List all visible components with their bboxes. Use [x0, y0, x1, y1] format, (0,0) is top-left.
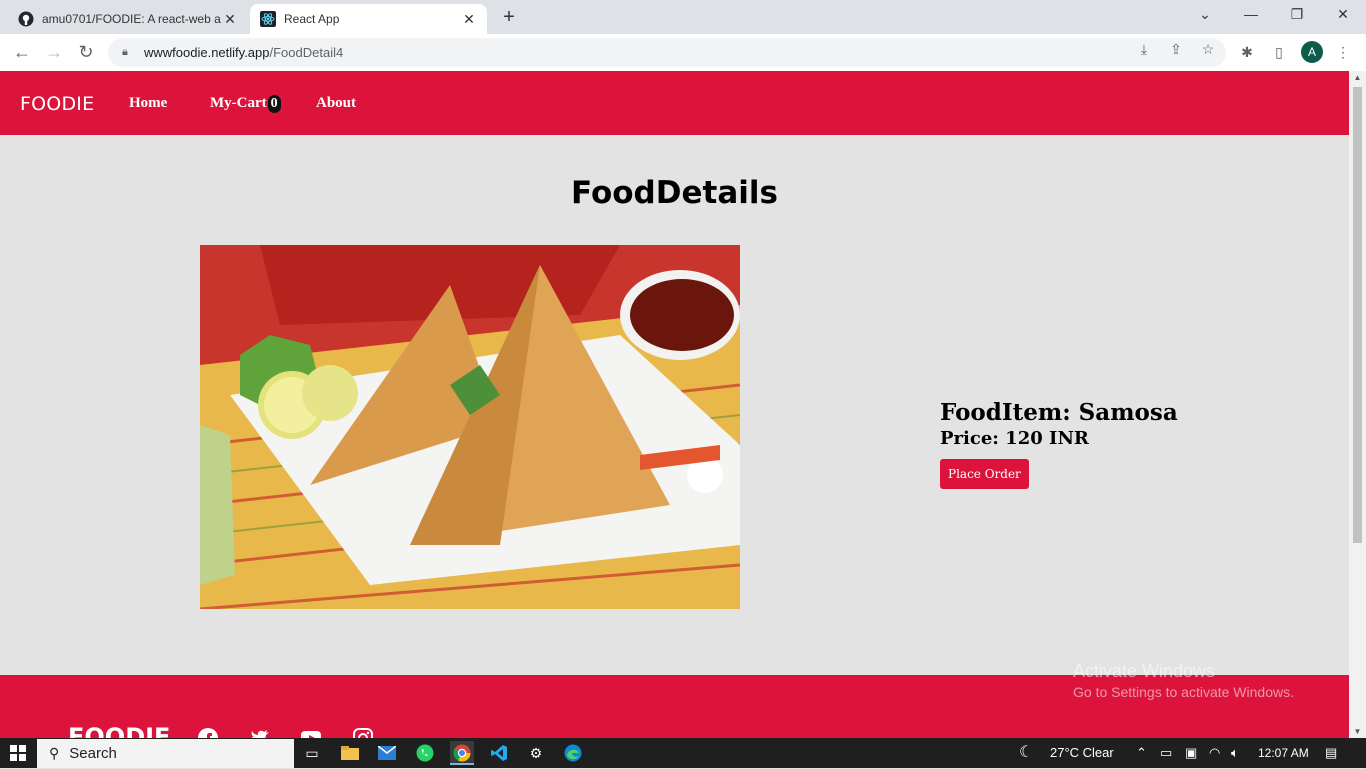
weather-moon-icon: ☾: [1019, 744, 1034, 761]
profile-avatar[interactable]: A: [1301, 41, 1323, 63]
side-panel-icon[interactable]: ▯: [1269, 42, 1289, 62]
scrollbar-thumb[interactable]: [1353, 87, 1362, 543]
notifications-icon[interactable]: ▤: [1325, 745, 1337, 761]
task-view-icon[interactable]: ▭: [300, 741, 324, 765]
address-bar[interactable]: 🔒︎ wwwfoodie.netlify.app/FoodDetail4: [108, 38, 1226, 67]
youtube-icon[interactable]: [300, 727, 322, 738]
lock-icon: 🔒︎: [122, 46, 128, 58]
footer-brand: FOODIE: [68, 723, 171, 738]
react-icon: [260, 11, 276, 27]
meet-now-icon[interactable]: ▣: [1185, 745, 1197, 761]
taskbar-search-placeholder: Search: [69, 745, 117, 762]
web-page: FOODIE Home My-Cart0 About FoodDetails: [0, 71, 1349, 738]
food-item-name: FoodItem: Samosa: [940, 399, 1178, 426]
activate-windows-watermark: Activate Windows Go to Settings to activ…: [1073, 661, 1294, 700]
settings-gear-icon[interactable]: ⚙: [524, 741, 548, 765]
twitter-icon[interactable]: [249, 727, 271, 738]
share-icon[interactable]: ⇪: [1166, 39, 1186, 59]
bookmark-star-icon[interactable]: ☆: [1198, 39, 1218, 59]
tab-react-app[interactable]: React App ✕: [250, 4, 487, 34]
nav-cart-label: My-Cart: [210, 95, 267, 111]
scroll-up-icon[interactable]: ▲: [1349, 73, 1366, 82]
wifi-icon[interactable]: ◠: [1209, 745, 1220, 761]
minimize-icon[interactable]: —: [1241, 6, 1261, 22]
cart-count-badge: 0: [267, 95, 281, 113]
menu-icon[interactable]: ⋮: [1333, 42, 1353, 62]
tab-title: React App: [284, 12, 340, 26]
show-hidden-icons[interactable]: ⌃: [1136, 745, 1147, 761]
nav-home-link[interactable]: Home: [129, 95, 167, 112]
reload-icon[interactable]: ↻: [74, 40, 98, 64]
site-brand[interactable]: FOODIE: [20, 93, 94, 115]
new-tab-icon[interactable]: +: [497, 6, 521, 29]
taskbar-search-box[interactable]: ⚲ Search: [37, 739, 294, 768]
file-explorer-icon[interactable]: [338, 741, 362, 765]
page-title: FoodDetails: [571, 175, 778, 211]
tab-search-icon[interactable]: ⌄: [1195, 6, 1215, 23]
weather-text[interactable]: 27°C Clear: [1050, 745, 1114, 760]
url-host: wwwfoodie.netlify.app: [144, 45, 270, 60]
url-path: /FoodDetail4: [269, 45, 344, 60]
whatsapp-icon[interactable]: [413, 741, 437, 765]
browser-toolbar: ← → ↻ 🔒︎ wwwfoodie.netlify.app/FoodDetai…: [0, 34, 1366, 71]
mail-icon[interactable]: [375, 741, 399, 765]
install-icon[interactable]: ⤓: [1134, 39, 1154, 59]
food-price: Price: 120 INR: [940, 428, 1089, 449]
forward-icon[interactable]: →: [42, 40, 66, 64]
place-order-button[interactable]: Place Order: [940, 459, 1029, 489]
food-image: [200, 245, 740, 609]
tab-title: amu0701/FOODIE: A react-web a: [42, 12, 221, 26]
back-icon[interactable]: ←: [10, 40, 34, 64]
extensions-icon[interactable]: ✱: [1237, 42, 1257, 62]
windows-taskbar: ⚲ Search ▭ ⚙ ☾ 27°C Clear ⌃ ▭ ▣ ◠ 🔈︎ 12:…: [0, 738, 1366, 768]
watermark-subtitle: Go to Settings to activate Windows.: [1073, 684, 1294, 700]
scroll-down-icon[interactable]: ▼: [1349, 727, 1366, 736]
food-details-panel: FoodItem: Samosa Price: 120 INR Place Or…: [940, 399, 1178, 489]
github-icon: [18, 11, 34, 27]
close-window-icon[interactable]: ✕: [1333, 6, 1353, 23]
tab-github[interactable]: amu0701/FOODIE: A react-web a ✕: [8, 4, 248, 34]
close-tab-icon[interactable]: ✕: [461, 11, 477, 28]
vscode-icon[interactable]: [487, 741, 511, 765]
page-scrollbar[interactable]: ▲ ▼: [1349, 71, 1366, 738]
browser-tab-strip: amu0701/FOODIE: A react-web a ✕ React Ap…: [0, 0, 1366, 34]
close-tab-icon[interactable]: ✕: [222, 11, 238, 28]
windows-start-icon[interactable]: [10, 745, 26, 761]
nav-cart-link[interactable]: My-Cart 0: [210, 95, 281, 113]
site-navbar: FOODIE Home My-Cart 0 About: [0, 71, 1349, 135]
restore-icon[interactable]: ❐: [1287, 6, 1307, 23]
facebook-icon[interactable]: [197, 727, 219, 738]
volume-icon[interactable]: 🔈︎: [1231, 745, 1239, 761]
instagram-icon[interactable]: [352, 727, 374, 738]
nav-about-link[interactable]: About: [316, 95, 356, 112]
edge-icon[interactable]: [561, 741, 585, 765]
search-icon: ⚲: [49, 745, 60, 761]
chrome-icon[interactable]: [450, 741, 474, 765]
watermark-title: Activate Windows: [1073, 661, 1216, 681]
battery-icon[interactable]: ▭: [1160, 745, 1172, 761]
clock-time[interactable]: 12:07 AM: [1258, 746, 1309, 760]
